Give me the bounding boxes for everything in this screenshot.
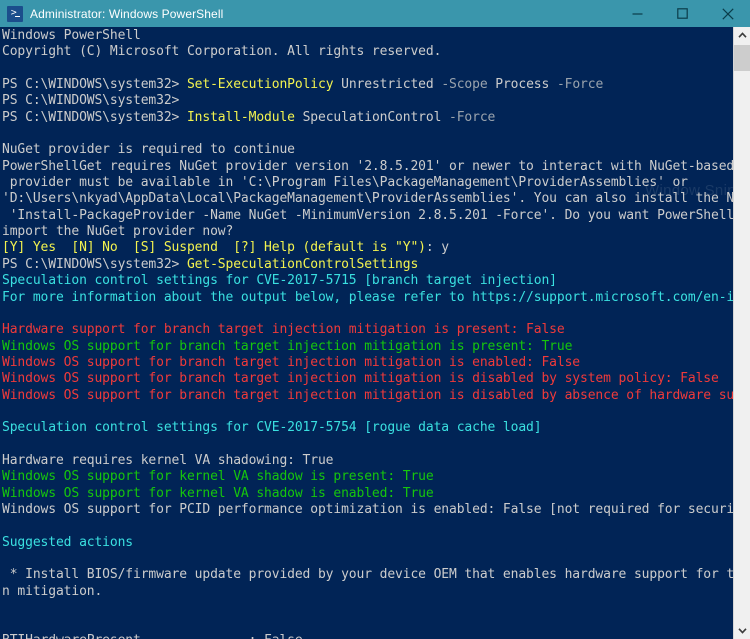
scroll-up-arrow-icon[interactable] (734, 27, 750, 44)
scrollbar-track[interactable] (734, 44, 750, 622)
console-text: [Y] Yes [N] No [S] Suspend [?] Help (def… (2, 240, 426, 256)
console-line: PS C:\WINDOWS\system32> (2, 93, 733, 109)
console-line: Speculation control settings for CVE-201… (2, 420, 733, 436)
console-text: Windows OS support for kernel VA shadow … (2, 485, 434, 501)
console-line: Windows PowerShell (2, 28, 733, 44)
console-text: Hardware requires kernel VA shadowing: T… (2, 452, 334, 468)
console-text: provider must be available in 'C:\Progra… (2, 175, 688, 191)
console-line: [Y] Yes [N] No [S] Suspend [?] Help (def… (2, 240, 733, 256)
console-text: For more information about the output be… (2, 289, 733, 305)
powershell-window: > Administrator: Windows PowerShell Wind… (0, 0, 750, 639)
console-line: n mitigation. (2, 584, 733, 600)
console-line: Windows OS support for branch target inj… (2, 339, 733, 355)
console-line: Speculation control settings for CVE-201… (2, 273, 733, 289)
console-line: Windows OS support for branch target inj… (2, 388, 733, 404)
console-text: Windows OS support for kernel VA shadow … (2, 469, 434, 485)
window-controls (615, 0, 750, 27)
console-text: -Force (449, 109, 496, 125)
console-text: Windows PowerShell (2, 28, 141, 43)
console-line: * Install BIOS/firmware update provided … (2, 567, 733, 583)
console-text: Windows OS support for branch target inj… (2, 387, 733, 403)
console-line: Windows OS support for branch target inj… (2, 355, 733, 371)
console-scrollbar[interactable] (733, 27, 750, 639)
console-line: Windows OS support for branch target inj… (2, 371, 733, 387)
console-text: PS C:\WINDOWS\system32> (2, 109, 187, 125)
powershell-icon: > (7, 5, 23, 22)
console-output[interactable]: Windows PowerShell Copyright (C) Microsof… (0, 27, 733, 639)
console-text: * Install BIOS/firmware update provided … (9, 567, 733, 583)
console-line: For more information about the output be… (2, 290, 733, 306)
console-text: BTIHardwarePresent : False (2, 633, 303, 639)
console-text: Suggested actions (2, 534, 134, 550)
console-text: Copyright (C) Microsoft Corporation. All… (2, 44, 442, 60)
console-line: Hardware requires kernel VA shadowing: T… (2, 453, 733, 469)
console-line: Windows OS support for kernel VA shadow … (2, 486, 733, 502)
console-text: Get-SpeculationControlSettings (186, 256, 419, 272)
scrollbar-thumb[interactable] (734, 45, 750, 71)
console-line: Suggested actions (2, 535, 733, 551)
console-text: 'D:\Users\nkyad\AppData\Local\PackageMan… (2, 191, 733, 207)
title-bar: > Administrator: Windows PowerShell (0, 0, 750, 27)
close-button[interactable] (705, 0, 750, 27)
console-line: provider must be available in 'C:\Progra… (2, 175, 733, 191)
console-text: Windows OS support for branch target inj… (2, 354, 580, 370)
console-line: Windows OS support for PCID performance … (2, 502, 733, 518)
console-text: Speculation control settings for CVE-201… (2, 273, 557, 289)
console-text: -Scope (441, 77, 488, 93)
console-text: PowerShellGet requires NuGet provider ve… (2, 158, 733, 174)
console-line: PS C:\WINDOWS\system32> Install-Module S… (2, 110, 733, 126)
console-text: Install-Module (186, 109, 295, 125)
console-text: Hardware support for branch target injec… (2, 322, 565, 338)
console-line: 'Install-PackageProvider -Name NuGet -Mi… (2, 208, 733, 224)
console-text: n mitigation. (2, 583, 103, 599)
console-line: PowerShellGet requires NuGet provider ve… (2, 159, 733, 175)
console-text: Unrestricted (333, 77, 442, 93)
console-text: Windows OS support for PCID performance … (2, 501, 733, 517)
console-text: import the NuGet provider now? (2, 224, 234, 240)
minimize-button[interactable] (615, 0, 660, 27)
console-text: Set-ExecutionPolicy (186, 77, 334, 93)
console-text: PS C:\WINDOWS\system32> (2, 77, 187, 93)
window-title: Administrator: Windows PowerShell (30, 6, 224, 21)
console-text: 'Install-PackageProvider -Name NuGet -Mi… (9, 207, 733, 223)
console-text: Windows OS support for branch target inj… (2, 338, 573, 354)
console-text: PS C:\WINDOWS\system32> (2, 93, 180, 109)
console-line: 'D:\Users\nkyad\AppData\Local\PackageMan… (2, 191, 733, 207)
console-lines: Windows PowerShell Copyright (C) Microsof… (2, 28, 733, 639)
console-text: Process (487, 77, 557, 93)
console-line: import the NuGet provider now? (2, 224, 733, 240)
console-text: : y (425, 240, 449, 256)
console-line: Copyright (C) Microsoft Corporation. All… (2, 44, 733, 60)
console-text: NuGet provider is required to continue (2, 142, 295, 158)
scroll-down-arrow-icon[interactable] (734, 622, 750, 639)
console-line: PS C:\WINDOWS\system32> Set-ExecutionPol… (2, 77, 733, 93)
console-line: BTIHardwarePresent : False (2, 633, 733, 639)
console-line: PS C:\WINDOWS\system32> Get-SpeculationC… (2, 257, 733, 273)
console-text: PS C:\WINDOWS\system32> (2, 256, 187, 272)
console-line: Windows OS support for kernel VA shadow … (2, 469, 733, 485)
console-text: Windows OS support for branch target inj… (2, 371, 719, 387)
console-line: NuGet provider is required to continue (2, 142, 733, 158)
console-text: -Force (556, 77, 604, 93)
maximize-button[interactable] (660, 0, 705, 27)
prompt-underscore-glyph (15, 15, 20, 17)
console-text: Speculation control settings for CVE-201… (2, 420, 542, 436)
console-line: Hardware support for branch target injec… (2, 322, 733, 338)
console-text: SpeculationControl (294, 109, 450, 125)
